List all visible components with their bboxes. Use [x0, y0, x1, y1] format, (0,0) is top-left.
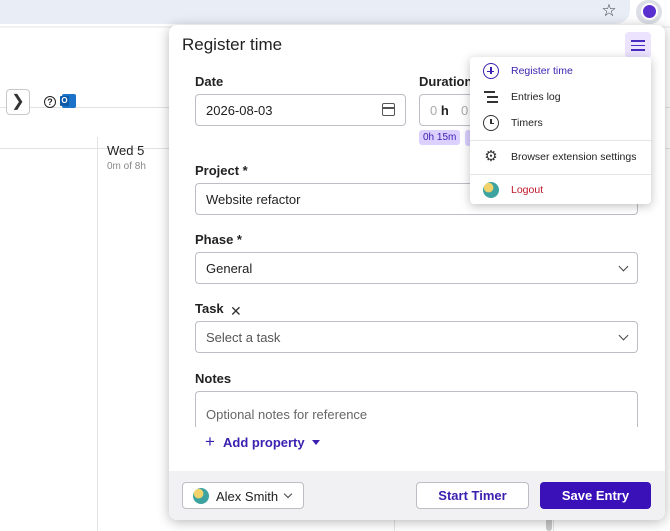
menu-item-label: Entries log [511, 91, 561, 103]
project-label: Project * [195, 163, 248, 178]
user-selector[interactable]: Alex Smith [182, 482, 304, 509]
day-hours: 0m of 8h [107, 161, 146, 172]
menu-button[interactable] [625, 32, 651, 58]
task-label: Task [195, 301, 224, 316]
date-field[interactable]: 2026-08-03 [195, 94, 406, 126]
menu-divider [470, 174, 651, 175]
notes-label: Notes [195, 371, 232, 386]
outlook-letter: O [60, 96, 69, 106]
menu-item-logout[interactable]: Logout [470, 178, 651, 202]
task-placeholder: Select a task [206, 330, 281, 345]
list-icon [483, 89, 499, 105]
hamburger-icon [631, 40, 645, 42]
extension-button[interactable] [636, 0, 662, 24]
phase-select[interactable]: General [195, 252, 638, 284]
avatar-icon [483, 182, 499, 198]
menu-item-register-time[interactable]: Register time [470, 59, 651, 83]
next-week-button[interactable]: ❯ [6, 89, 30, 115]
panel-menu-dropdown: Register time Entries log Timers ⚙ Brows… [470, 57, 651, 204]
duration-minutes[interactable]: 0 [461, 103, 468, 118]
clock-icon [483, 115, 499, 131]
menu-item-label: Browser extension settings [511, 151, 637, 163]
date-label: Date [195, 74, 224, 89]
add-property-button[interactable]: Add property [223, 435, 305, 450]
plus-circle-icon [483, 63, 499, 79]
clear-task-icon[interactable]: ✕ [230, 303, 242, 320]
avatar [193, 488, 209, 504]
hamburger-icon [631, 44, 645, 46]
outlook-icon[interactable]: O [60, 94, 76, 108]
chevron-down-icon [618, 261, 629, 272]
notes-textarea[interactable]: Optional notes for reference [195, 391, 638, 427]
duration-hours[interactable]: 0 h [430, 103, 449, 118]
menu-item-timers[interactable]: Timers [470, 111, 651, 135]
extension-icon [641, 3, 658, 20]
address-bar[interactable] [0, 0, 630, 24]
menu-divider [470, 140, 651, 141]
browser-toolbar: ☆ [0, 0, 670, 26]
project-value: Website refactor [206, 192, 301, 207]
hours-value: 0 [430, 103, 438, 118]
user-name: Alex Smith [216, 489, 279, 504]
notes-placeholder: Optional notes for reference [206, 407, 368, 422]
column-line [97, 137, 98, 531]
list-line [487, 96, 498, 98]
gear-icon: ⚙ [484, 148, 498, 165]
list-line [487, 101, 498, 103]
star-icon[interactable]: ☆ [599, 1, 619, 21]
list-line [484, 91, 495, 93]
duration-chip[interactable]: 0h 15m [419, 130, 461, 145]
menu-item-extension-settings[interactable]: ⚙ Browser extension settings [470, 145, 651, 169]
task-select[interactable]: Select a task [195, 321, 638, 353]
plus-icon[interactable]: + [205, 432, 215, 452]
hamburger-icon [631, 49, 645, 51]
date-value: 2026-08-03 [206, 103, 273, 118]
help-icon[interactable]: ? [44, 96, 56, 108]
hours-unit: h [440, 103, 449, 118]
calendar-icon[interactable] [382, 103, 395, 116]
start-timer-button[interactable]: Start Timer [416, 482, 529, 509]
caret-down-icon[interactable] [312, 440, 320, 445]
menu-item-label: Timers [511, 117, 543, 129]
panel-footer: Alex Smith Start Timer Save Entry [169, 471, 665, 520]
day-header: Wed 5 [107, 143, 145, 158]
save-entry-button[interactable]: Save Entry [540, 482, 651, 509]
panel-title: Register time [182, 35, 283, 54]
phase-label: Phase * [195, 232, 242, 247]
menu-item-entries-log[interactable]: Entries log [470, 85, 651, 109]
chevron-down-icon [283, 489, 293, 499]
duration-label: Duration [419, 74, 473, 89]
menu-item-label: Logout [511, 184, 544, 196]
phase-value: General [206, 261, 253, 276]
chevron-down-icon [618, 330, 629, 341]
menu-item-label: Register time [511, 65, 573, 77]
